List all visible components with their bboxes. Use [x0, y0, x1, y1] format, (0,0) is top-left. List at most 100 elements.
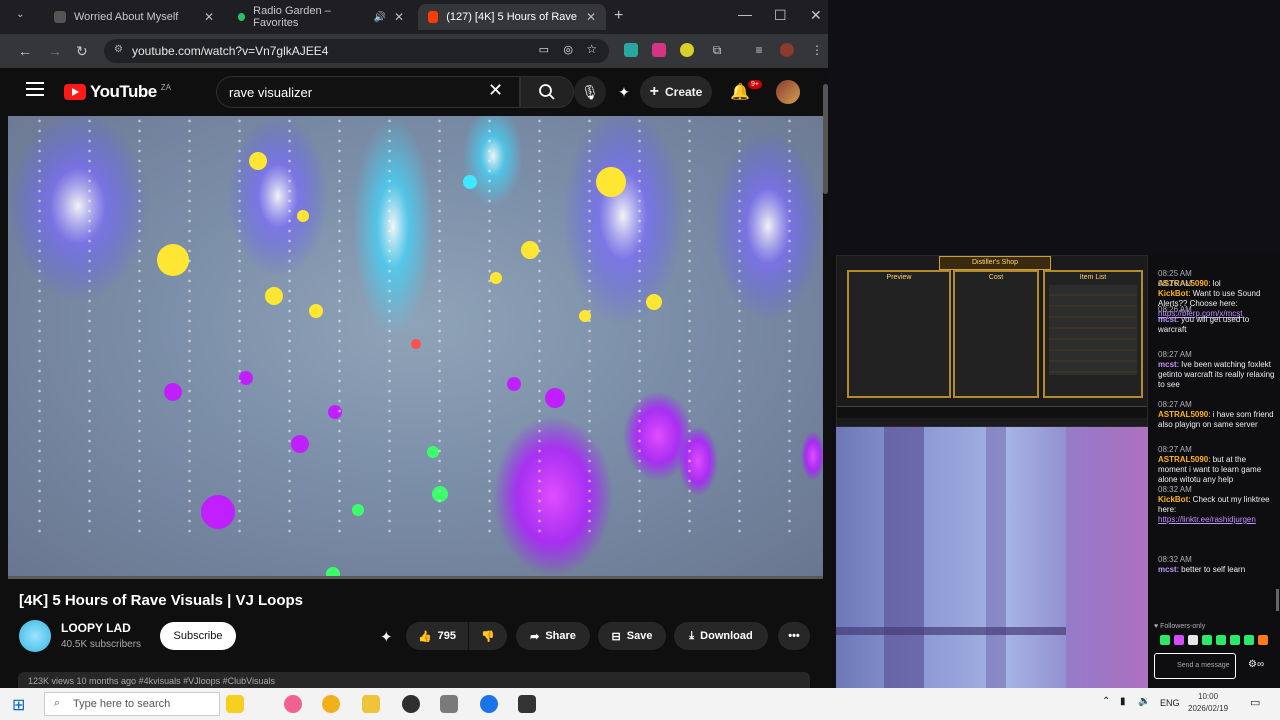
save-button[interactable]: ⊟ Save [598, 622, 666, 650]
like-button[interactable]: 👍 795 [406, 622, 468, 650]
channel-name[interactable]: LOOPY LAD [61, 621, 131, 635]
download-button[interactable]: ⤓ Download [674, 622, 768, 650]
search-input[interactable]: rave visualizer [216, 76, 520, 108]
chat-username[interactable]: KickBot [1158, 495, 1188, 504]
system-clock[interactable]: 10:00 2026/02/19 [1188, 691, 1228, 715]
chat-username[interactable]: mcst [1158, 315, 1177, 324]
chat-username[interactable]: ASTRAL5090 [1158, 455, 1208, 464]
shop-cost-panel: Cost [953, 270, 1039, 398]
emote-row [1160, 635, 1272, 647]
save-label: Save [626, 630, 653, 642]
ai-sparkle-button[interactable]: ✦ [608, 76, 640, 108]
search-icon [539, 84, 555, 100]
shop-preview-panel: Preview [847, 270, 951, 398]
youtube-logo[interactable]: YouTube ZA [64, 82, 171, 102]
extension-icon[interactable] [624, 43, 638, 57]
emote-icon[interactable] [1244, 635, 1254, 645]
volume-icon[interactable]: 🔉 [1138, 696, 1150, 707]
language-indicator[interactable]: ENG [1160, 698, 1180, 708]
chrome-profile-icon[interactable] [480, 695, 498, 713]
dot-column [588, 116, 591, 536]
tab-label: Radio Garden – Favorites [253, 5, 331, 29]
app-icon[interactable] [518, 695, 536, 713]
notification-center-icon[interactable]: ▭ [1250, 696, 1260, 709]
hamburger-menu-icon[interactable] [26, 82, 44, 96]
snipping-tool-icon[interactable] [440, 695, 458, 713]
media-controls-icon[interactable]: ≡ [752, 43, 766, 57]
battery-icon[interactable]: ▮ [1120, 696, 1126, 707]
emote-icon[interactable] [1174, 635, 1184, 645]
copilot-icon[interactable] [284, 695, 302, 713]
channel-avatar[interactable] [19, 620, 51, 652]
share-icon: ➦ [530, 630, 540, 643]
cost-label: Cost [988, 274, 1004, 281]
bookmark-star-icon[interactable]: ☆ [586, 42, 597, 56]
minimize-button[interactable]: — [738, 6, 752, 22]
clear-search-icon[interactable]: ✕ [488, 80, 503, 101]
obs-icon[interactable] [402, 695, 420, 713]
tab-radio-garden[interactable]: Radio Garden – Favorites 🔊 ✕ [228, 4, 414, 30]
chat-message: 08:27 AM ASTRAL5090: i have som friend al… [1158, 400, 1276, 430]
chat-username[interactable]: KickBot [1158, 289, 1188, 298]
site-info-icon[interactable]: ⚙ [114, 44, 123, 55]
file-explorer-icon[interactable] [362, 695, 380, 713]
share-button[interactable]: ➦ Share [516, 622, 590, 650]
chrome-icon[interactable] [322, 695, 340, 713]
dislike-button[interactable]: 👎 [469, 622, 507, 650]
new-tab-button[interactable]: + [614, 7, 623, 25]
windows-start-icon[interactable]: ⊞ [12, 695, 25, 715]
kebab-menu-icon[interactable]: ⋮ [810, 43, 824, 57]
tray-chevron-icon[interactable]: ⌃ [1102, 696, 1110, 707]
voice-search-button[interactable]: 🎙 [574, 76, 606, 108]
chat-settings-icon[interactable]: ⚙∞ [1248, 659, 1264, 670]
chat-username[interactable]: mcst [1158, 565, 1177, 574]
eye-off-icon[interactable]: ◎ [563, 43, 573, 56]
emote-icon[interactable] [1216, 635, 1226, 645]
emote-icon[interactable] [1188, 635, 1198, 645]
chat-scrollbar[interactable] [1276, 589, 1279, 611]
emote-icon[interactable] [1230, 635, 1240, 645]
url-field[interactable]: ⚙ youtube.com/watch?v=Vn7glkAJEE4 ▭ ◎ ☆ [104, 39, 609, 63]
tab-youtube[interactable]: (127) [4K] 5 Hours of Rave Visu ✕ [418, 4, 606, 30]
reload-icon[interactable]: ↻ [76, 43, 88, 60]
maximize-button[interactable]: ☐ [774, 7, 787, 24]
seek-bar[interactable] [8, 576, 823, 579]
tab-search-icon[interactable]: ⌄ [16, 9, 24, 20]
subscribe-button[interactable]: Subscribe [160, 622, 236, 650]
taskbar-search-input[interactable]: Type here to search [44, 692, 220, 716]
window-close-button[interactable]: ✕ [810, 7, 822, 24]
dot-column [788, 116, 791, 536]
forward-icon[interactable]: → [48, 43, 62, 59]
back-icon[interactable]: ← [18, 43, 32, 59]
description-box[interactable]: 123K views 10 months ago #4kvisuals #VJl… [18, 672, 810, 688]
more-actions-button[interactable]: ••• [778, 622, 810, 650]
chat-link[interactable]: https://linktr.ee/rashidjurgen [1158, 515, 1276, 525]
sparkle-icon[interactable]: ✦ [380, 628, 393, 646]
play-logo-icon [64, 84, 86, 100]
video-player[interactable] [8, 116, 823, 578]
close-icon[interactable]: ✕ [204, 10, 214, 24]
extension-icon[interactable] [652, 43, 666, 57]
tab-worried[interactable]: Worried About Myself ✕ [44, 4, 224, 30]
extension-icon[interactable] [680, 43, 694, 57]
emote-icon[interactable] [1202, 635, 1212, 645]
chat-message-input[interactable]: Send a message [1154, 653, 1236, 679]
widget-icon[interactable] [226, 695, 244, 713]
profile-avatar[interactable] [780, 43, 794, 57]
cast-icon[interactable]: ▭ [539, 43, 549, 56]
sparkle-icon: ✦ [618, 83, 630, 100]
emote-icon[interactable] [1160, 635, 1170, 645]
game-capture: Distiller's Shop Preview Cost Item List [836, 255, 1148, 427]
chat-username[interactable]: ASTRAL5090 [1158, 410, 1208, 419]
youtube-header: YouTube ZA rave visualizer ✕ 🎙 ✦ + Creat… [8, 68, 823, 116]
account-avatar[interactable] [776, 80, 800, 104]
search-button[interactable] [520, 76, 574, 108]
close-icon[interactable]: ✕ [586, 10, 596, 24]
chat-username[interactable]: mcst [1158, 360, 1177, 369]
preview-label: Preview [886, 274, 912, 281]
create-button[interactable]: + Create [640, 76, 712, 108]
puzzle-icon[interactable]: ⧉ [710, 43, 724, 57]
emote-icon[interactable] [1258, 635, 1268, 645]
close-icon[interactable]: ✕ [394, 10, 404, 24]
speaker-icon[interactable]: 🔊 [373, 12, 385, 23]
